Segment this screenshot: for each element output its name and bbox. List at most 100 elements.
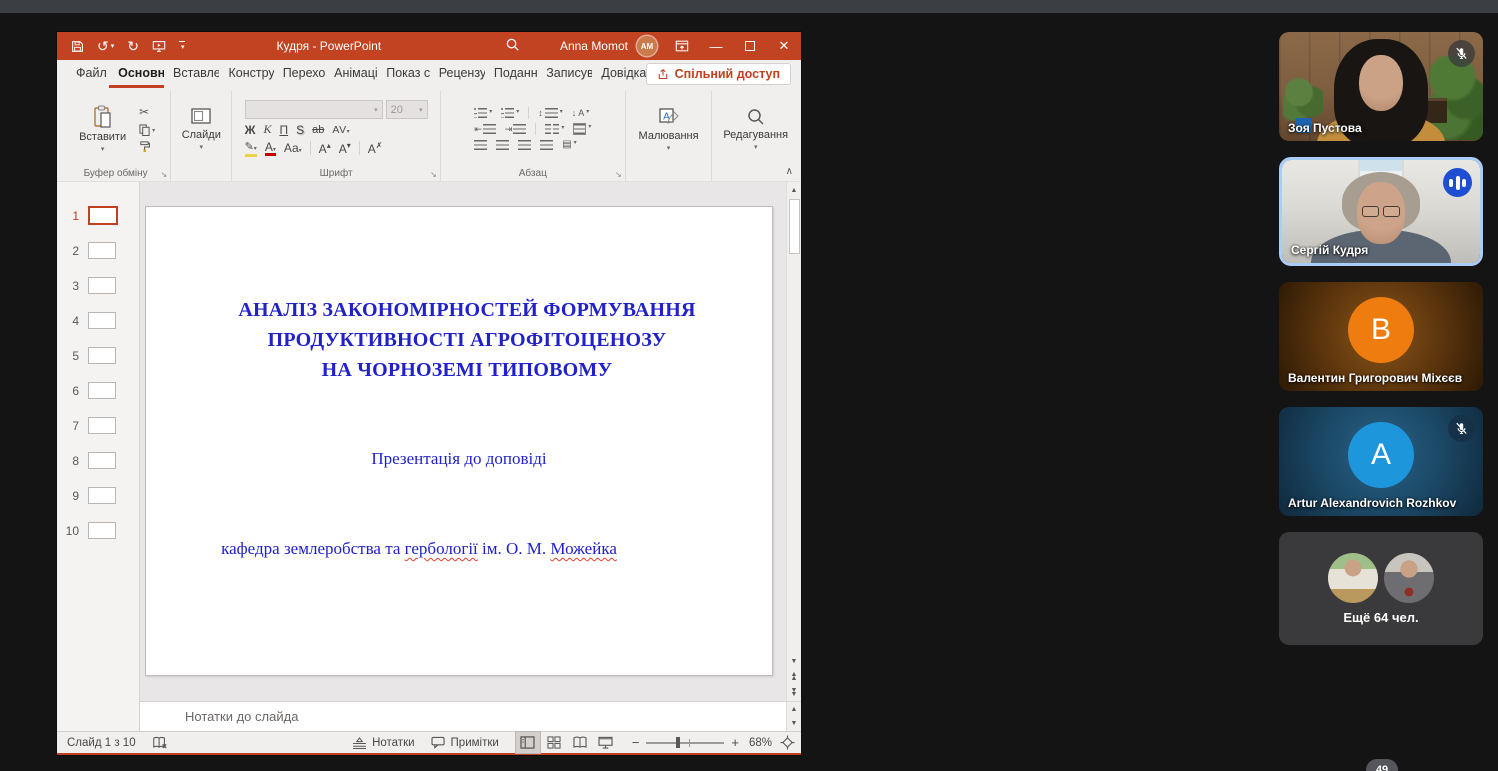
columns-button[interactable]: ▾ [545,124,564,134]
zoom-slider-thumb[interactable] [676,737,680,748]
clear-formatting-button[interactable]: А✗ [368,141,383,156]
tab-slideshow[interactable]: Показ с [377,60,429,88]
decrease-indent-button[interactable]: ⇤ [474,124,496,135]
shrink-font-button[interactable]: А▾ [339,141,351,156]
tab-design[interactable]: Констру [219,60,273,88]
align-center-button[interactable] [496,140,509,150]
format-painter-button[interactable] [139,141,155,152]
drawing-button[interactable]: A Малювання ▾ [633,104,705,154]
italic-button[interactable]: K [263,122,271,137]
thumbnail-slide-2[interactable]: 2 [57,233,139,268]
tab-review[interactable]: Рецензу [430,60,485,88]
increase-indent-button[interactable]: ⇥ [505,124,527,135]
tab-help[interactable]: Довідка [592,60,645,88]
previous-slide-button[interactable]: ▲▲ [787,669,801,685]
thumbnail-slide-3[interactable]: 3 [57,268,139,303]
paste-button[interactable]: Вставити ▾ [73,103,132,155]
share-button[interactable]: Спільний доступ [646,63,791,85]
next-slide-button[interactable]: ▼▼ [787,685,801,701]
line-spacing-button[interactable]: ↕▾ [538,108,563,118]
start-slideshow-icon[interactable] [152,40,166,53]
thumbnail-slide-9[interactable]: 9 [57,478,139,513]
collapse-ribbon-icon[interactable]: ∧ [786,166,793,177]
tab-home[interactable]: Основн [109,60,164,88]
copy-button[interactable]: ▾ [139,124,155,136]
search-icon[interactable] [505,37,520,55]
participant-tile-artur[interactable]: A Artur Alexandrovich Rozhkov [1279,407,1483,516]
customize-qat-icon[interactable]: ▾ [179,41,185,51]
notes-input[interactable]: Нотатки до слайда [140,702,786,731]
zoom-out-button[interactable]: − [629,735,643,750]
zoom-slider[interactable] [646,742,724,744]
close-button[interactable]: ✕ [767,32,801,60]
justify-button[interactable] [540,140,553,150]
save-icon[interactable] [71,40,84,53]
font-color-button[interactable]: А▾ [265,141,276,157]
reading-view-button[interactable] [567,731,593,754]
scrollbar-thumb[interactable] [789,199,800,254]
tab-file[interactable]: Файл [67,60,109,88]
redo-button[interactable]: ↻ [127,39,139,53]
new-slide-button[interactable]: Слайди ▾ [176,105,227,153]
tab-animations[interactable]: Анімаці [325,60,377,88]
account-avatar[interactable]: AM [637,36,657,56]
align-left-button[interactable] [474,140,487,150]
slide-affiliation-text[interactable]: кафедра землеробства та гербології ім. О… [106,539,732,559]
change-case-button[interactable]: Аа▾ [284,141,302,155]
slide-subtitle-text[interactable]: Презентація до доповіді [146,449,772,469]
numbering-button[interactable]: ▾ [501,108,519,118]
slide-sorter-view-button[interactable] [541,731,567,754]
font-dialog-launcher-icon[interactable]: ↘ [430,170,437,179]
text-shadow-button[interactable]: S [296,123,304,137]
cut-button[interactable]: ✂ [139,105,155,119]
thumbnail-slide-8[interactable]: 8 [57,443,139,478]
grow-font-button[interactable]: А▴ [319,141,331,156]
font-size-combo[interactable]: 20▾ [386,100,428,119]
scroll-down-icon[interactable]: ▼ [787,653,801,669]
strikethrough-button[interactable]: ab [312,124,324,136]
zoom-in-button[interactable]: + [728,735,742,750]
tab-transitions[interactable]: Перехо [274,60,325,88]
slide-canvas[interactable]: АНАЛІЗ ЗАКОНОМІРНОСТЕЙ ФОРМУВАННЯ ПРОДУК… [145,206,773,676]
thumbnail-slide-6[interactable]: 6 [57,373,139,408]
spell-check-icon[interactable] [152,736,168,750]
clipboard-dialog-launcher-icon[interactable]: ↘ [161,170,168,179]
slide-title-text[interactable]: АНАЛІЗ ЗАКОНОМІРНОСТЕЙ ФОРМУВАННЯ ПРОДУК… [154,295,780,385]
bullets-button[interactable]: ▾ [474,108,492,118]
comments-toggle[interactable]: Примітки [431,736,499,749]
thumbnail-slide-4[interactable]: 4 [57,303,139,338]
notes-scroll-up-icon[interactable]: ▲ [787,702,801,717]
maximize-button[interactable] [733,32,767,60]
highlight-color-button[interactable]: ✎▾ [245,140,257,157]
participant-tile-serhii[interactable]: Сергій Кудря [1279,157,1483,266]
more-participants-tile[interactable]: Ещё 64 чел. [1279,532,1483,645]
minimize-button[interactable]: — [699,32,733,60]
thumbnail-slide-7[interactable]: 7 [57,408,139,443]
convert-smartart-button[interactable]: ▤▾ [562,139,576,150]
undo-button[interactable]: ↺▾ [97,39,114,53]
slideshow-view-button[interactable] [593,731,619,754]
account-name[interactable]: Anna Momot [560,39,628,53]
tab-record[interactable]: Записув [537,60,592,88]
scroll-up-icon[interactable]: ▲ [787,182,801,198]
participant-tile-zoya[interactable]: Зоя Пустова [1279,32,1483,141]
paragraph-dialog-launcher-icon[interactable]: ↘ [615,170,622,179]
zoom-level[interactable]: 68% [742,737,772,749]
tab-insert[interactable]: Вставле [164,60,219,88]
thumbnail-slide-1[interactable]: 1 [57,198,139,233]
fit-slide-to-window-icon[interactable] [780,735,795,750]
thumbnail-slide-5[interactable]: 5 [57,338,139,373]
bold-button[interactable]: Ж [245,123,256,137]
sort-text-button[interactable]: ↓A▾ [572,108,590,118]
text-direction-button[interactable]: ▾ [573,123,591,135]
align-right-button[interactable] [518,140,531,150]
tab-view[interactable]: Поданн [485,60,537,88]
underline-button[interactable]: П [279,123,288,137]
normal-view-button[interactable] [515,731,541,754]
notes-scroll-down-icon[interactable]: ▼ [787,717,801,732]
participant-tile-valentyn[interactable]: В Валентин Григорович Міхєєв [1279,282,1483,391]
editing-button[interactable]: Редагування ▾ [717,105,794,153]
character-spacing-button[interactable]: AV▾ [332,124,350,136]
ribbon-display-options-icon[interactable] [665,32,699,60]
font-name-combo[interactable]: ▾ [245,100,383,119]
